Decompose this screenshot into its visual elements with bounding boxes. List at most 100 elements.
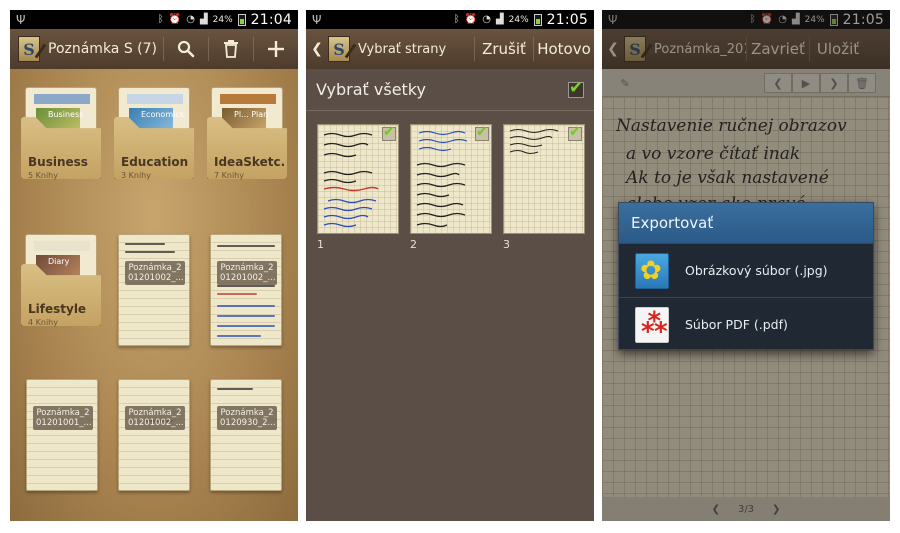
export-jpg-option[interactable]: Obrázkový súbor (.jpg): [619, 243, 873, 297]
note-label: Poznámka_2 01201001_...: [33, 406, 93, 430]
page-checkbox[interactable]: [382, 124, 396, 141]
pdf-file-icon: [635, 306, 669, 343]
folder-count: 3 Knihy: [121, 171, 151, 180]
delete-button[interactable]: [209, 29, 253, 69]
usb-icon: Ψ: [16, 12, 26, 27]
search-button[interactable]: [164, 29, 208, 69]
handwriting-scribbles: [416, 130, 468, 228]
alarm-icon: ⏰: [464, 14, 478, 25]
thumb-header: [34, 94, 90, 104]
page-number: 2: [410, 238, 417, 251]
bluetooth-icon: ᛒ: [157, 14, 164, 25]
action-bar: S Poznámka S (7): [10, 29, 298, 69]
notebook-list-screen: Ψ ᛒ ⏰ ◔ ▟ 24% 21:04 S Poznámka S (7) Bus…: [10, 10, 298, 521]
folder-count: 5 Knihy: [28, 171, 58, 180]
select-all-label: Vybrať všetky: [316, 80, 426, 99]
folder-count: 4 Knihy: [28, 318, 58, 327]
note-thumbnail[interactable]: Poznámka_2 01201002_...: [118, 234, 190, 346]
thumb-header: [34, 241, 90, 251]
folder-education[interactable]: Economics Education 3 Knihy: [114, 87, 194, 180]
add-button[interactable]: [254, 29, 298, 69]
page-number: 1: [317, 238, 324, 251]
s-note-app-icon[interactable]: S: [18, 36, 40, 62]
page-title: Poznámka S (7): [48, 41, 158, 57]
handwriting-line: [217, 325, 275, 327]
folder-name: Education: [121, 155, 189, 169]
handwriting-line: [217, 315, 275, 317]
thumb-text: Economics: [141, 110, 184, 119]
page-checkbox[interactable]: [475, 124, 489, 141]
handwriting-line: [217, 335, 261, 337]
cancel-button[interactable]: Zrušiť: [475, 29, 533, 69]
handwriting-line: [125, 243, 165, 245]
thumb-text: Business: [48, 110, 84, 119]
handwriting-line: [217, 305, 275, 307]
folder-lifestyle[interactable]: Diary Lifestyle 4 Knihy: [21, 234, 101, 327]
select-pages-screen: Ψ ᛒ ⏰ ◔ ▟ 24% 21:05 ❮ S Vybrať strany Zr…: [306, 10, 594, 521]
select-all-checkbox[interactable]: [568, 78, 584, 98]
note-thumbnail[interactable]: Poznámka_2 01201001_...: [26, 379, 98, 491]
folder-name: IdeaSketc...: [214, 155, 286, 169]
handwriting-line: [217, 285, 275, 287]
wifi-icon: ◔: [482, 14, 491, 25]
divider: [253, 37, 254, 61]
back-button[interactable]: ❮: [306, 29, 328, 69]
divider: [533, 37, 534, 61]
alarm-icon: ⏰: [168, 14, 182, 25]
note-label: Poznámka_2 01201002_...: [125, 406, 185, 430]
handwriting-line: [217, 245, 275, 247]
handwriting-line: [217, 293, 257, 295]
usb-icon: Ψ: [312, 12, 322, 27]
thumb-header: [220, 94, 276, 104]
dialog-title: Exportovať: [619, 203, 873, 243]
action-bar: ❮ S Vybrať strany Zrušiť Hotovo: [306, 29, 594, 69]
option-label: Súbor PDF (.pdf): [685, 317, 788, 332]
handwriting-scribbles: [509, 128, 559, 155]
note-thumbnail[interactable]: Poznámka_2 01201002_...: [118, 379, 190, 491]
clock: 21:04: [250, 11, 292, 28]
plus-icon: [268, 41, 284, 57]
thumb-header: [127, 94, 183, 104]
battery-icon: [237, 13, 246, 26]
thumb-text: Diary: [48, 257, 70, 266]
signal-icon: ▟: [199, 14, 208, 25]
status-bar: Ψ ᛒ ⏰ ◔ ▟ 24% 21:04: [10, 10, 298, 29]
trash-icon: [224, 40, 238, 58]
option-label: Obrázkový súbor (.jpg): [685, 263, 828, 278]
page-thumbnail[interactable]: [503, 124, 585, 234]
divider: [208, 37, 209, 61]
page-title: Vybrať strany: [358, 41, 447, 57]
status-bar: Ψ ᛒ ⏰ ◔ ▟ 24% 21:05: [306, 10, 594, 29]
handwriting-scribbles: [323, 132, 379, 228]
page-checkbox[interactable]: [568, 124, 582, 141]
export-pdf-option[interactable]: Súbor PDF (.pdf): [619, 297, 873, 351]
battery-percent: 24%: [508, 14, 529, 25]
wifi-icon: ◔: [186, 14, 195, 25]
back-chevron-icon: ❮: [311, 41, 323, 57]
note-label: Poznámka_2 01201002_...: [125, 261, 185, 285]
page-thumbnail[interactable]: [410, 124, 492, 234]
export-dialog: Exportovať Obrázkový súbor (.jpg) Súbor …: [618, 202, 874, 350]
note-thumbnail[interactable]: Poznámka_2 01201002_...: [210, 234, 282, 346]
clock: 21:05: [546, 11, 588, 28]
bluetooth-icon: ᛒ: [453, 14, 460, 25]
note-thumbnail[interactable]: Poznámka_2 0120930_2...: [210, 379, 282, 491]
note-label: Poznámka_2 0120930_2...: [217, 406, 277, 430]
search-icon: [177, 40, 195, 58]
page-thumbnail[interactable]: [317, 124, 399, 234]
handwriting-line: [125, 251, 175, 253]
folder-name: Business: [28, 155, 88, 169]
s-note-app-icon: S: [328, 36, 350, 62]
select-all-row[interactable]: Vybrať všetky: [306, 69, 594, 111]
handwriting-line: [217, 388, 253, 390]
jpg-image-icon: [635, 252, 669, 289]
note-label: Poznámka_2 01201002_...: [217, 261, 277, 285]
folder-business[interactable]: Business Business 5 Knihy: [21, 87, 101, 180]
signal-icon: ▟: [495, 14, 504, 25]
folder-ideasketch[interactable]: Pl... Plan IdeaSketc... 7 Knihy: [207, 87, 287, 180]
done-button[interactable]: Hotovo: [534, 29, 594, 69]
divider: [474, 37, 475, 61]
folder-name: Lifestyle: [28, 302, 87, 316]
thumb-text: Pl... Plan: [234, 110, 269, 119]
page-number: 3: [503, 238, 510, 251]
